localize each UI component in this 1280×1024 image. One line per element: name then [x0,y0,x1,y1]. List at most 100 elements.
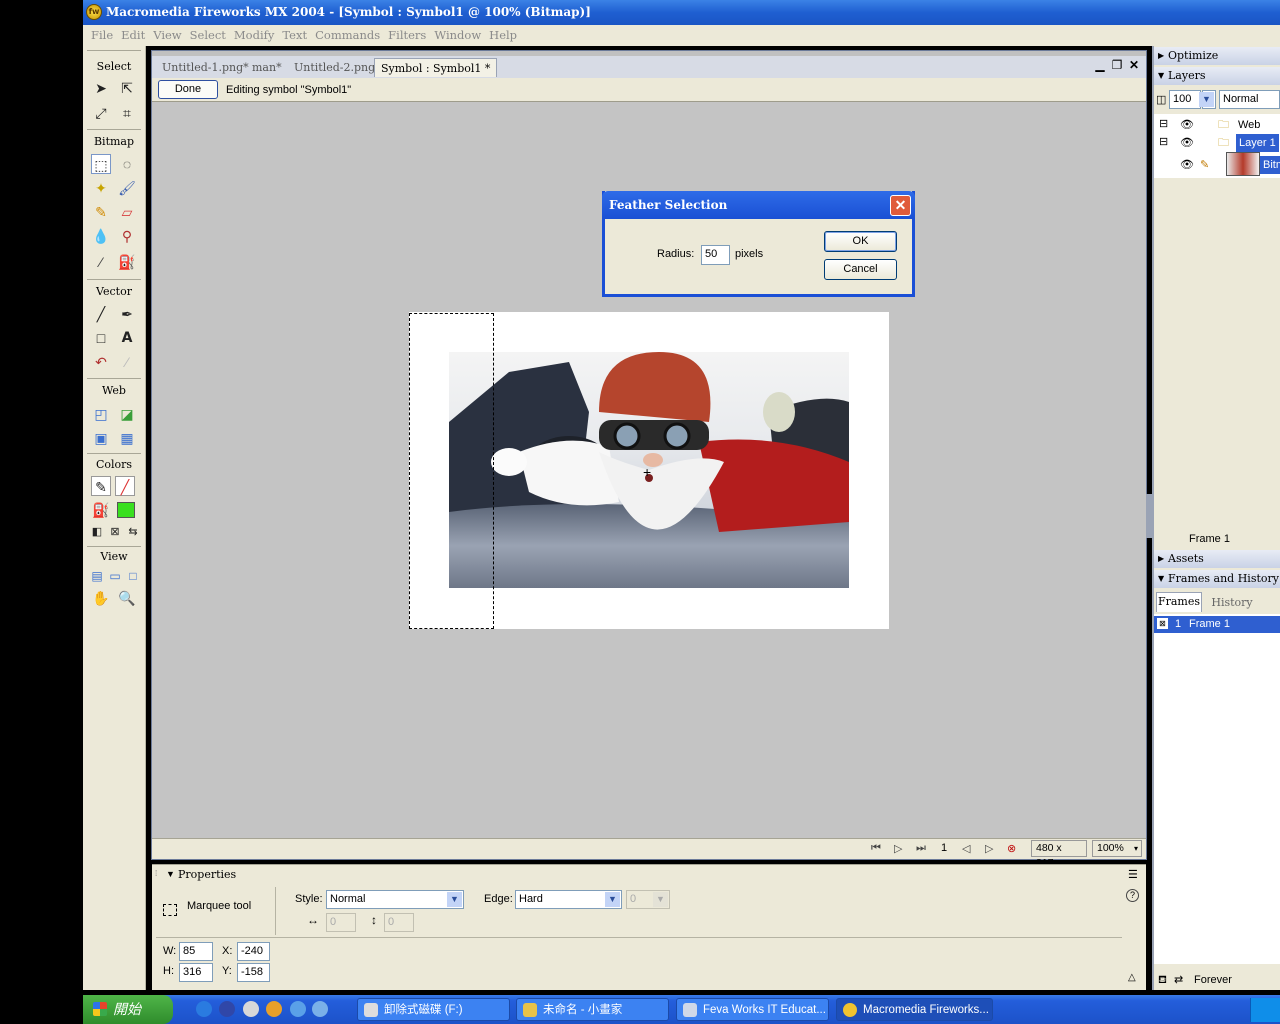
optimize-panel-header[interactable]: ▶ Optimize [1154,47,1280,65]
knife-tool-icon[interactable]: ⁄ [117,352,137,372]
fill-color-swatch[interactable] [117,502,135,518]
pencil-tool-icon[interactable]: ✎ [91,202,111,222]
show-slices-icon[interactable]: ▦ [117,428,137,448]
dialog-close-button[interactable]: ✕ [890,195,911,216]
quicklaunch-app-icon[interactable] [312,1001,328,1017]
panel-gripper-icon[interactable]: ⁞ [155,869,157,878]
full-screen-menus-icon[interactable]: ▭ [105,566,125,586]
last-frame-icon[interactable]: ⏭ [916,842,926,855]
eyedropper-tool-icon[interactable]: ⁄ [91,252,111,272]
line-tool-icon[interactable]: ╱ [91,304,111,324]
marquee-tool-icon[interactable]: ⬚ [91,154,111,174]
pen-tool-icon[interactable]: ✒ [117,304,137,324]
menu-help[interactable]: Help [485,25,521,46]
x-input[interactable]: -240 [237,942,270,961]
tab-frames[interactable]: Frames [1156,592,1202,612]
hand-tool-icon[interactable]: ✋ [91,588,111,608]
assets-panel-header[interactable]: ▶ Assets [1154,550,1280,568]
freeform-tool-icon[interactable]: ↶ [91,352,111,372]
pencil-edit-icon[interactable]: ✎ [1200,156,1209,174]
menu-filters[interactable]: Filters [384,25,430,46]
properties-title[interactable]: Properties [178,868,236,881]
no-color-icon[interactable]: ⊠ [105,522,125,542]
loop-icon[interactable]: ⇄ [1174,970,1183,990]
opacity-dropdown[interactable]: ▼ [1199,90,1216,109]
menu-text[interactable]: Text [278,25,311,46]
tab-untitled-2[interactable]: Untitled-2.png* [288,58,387,77]
edge-select[interactable]: Hard ▼ [515,890,622,909]
magic-wand-tool-icon[interactable]: ✦ [91,178,111,198]
brush-tool-icon[interactable]: 🖌 [117,178,137,198]
menu-view[interactable]: View [149,25,185,46]
eraser-tool-icon[interactable]: ▱ [117,202,137,222]
object-row-bitmap[interactable]: 👁 ✎ Bitm [1154,152,1280,176]
quicklaunch-app-icon[interactable] [266,1001,282,1017]
collapse-icon[interactable]: ⊟ [1159,115,1168,133]
start-button[interactable]: 開始 [83,995,173,1024]
dock-collapse-handle[interactable] [1146,494,1152,538]
stop-icon[interactable]: ⊗ [1007,842,1016,855]
done-button[interactable]: Done [158,80,218,99]
play-icon[interactable]: ▷ [894,842,902,855]
canvas-size-readout[interactable]: 480 x 317 [1031,840,1087,869]
width-input[interactable]: 85 [179,942,213,961]
text-tool-icon[interactable]: A [117,328,137,348]
zoom-tool-icon[interactable]: 🔍 [117,588,137,608]
style-select[interactable]: Normal ▼ [326,890,464,909]
first-frame-icon[interactable]: ⏮ [871,842,881,855]
menu-file[interactable]: File [87,25,117,46]
tab-man[interactable]: man* [246,58,288,77]
cancel-button[interactable]: Cancel [824,259,897,280]
paint-bucket-tool-icon[interactable]: ⛽ [117,252,137,272]
swap-colors-icon[interactable]: ⇆ [123,522,143,542]
hide-slices-icon[interactable]: ▣ [91,428,111,448]
system-tray[interactable] [1250,998,1280,1022]
y-input[interactable]: -158 [237,963,270,982]
dialog-title-bar[interactable]: Feather Selection [602,191,915,219]
pointer-tool-icon[interactable]: ➤ [91,78,111,98]
standard-screen-icon[interactable]: ▤ [87,566,107,586]
ok-button[interactable]: OK [824,231,897,252]
onion-skin-icon[interactable]: ⛾ [1158,970,1167,990]
slice-tool-icon[interactable]: ◪ [117,404,137,424]
crop-tool-icon[interactable]: ⌗ [117,103,137,123]
panel-gripper[interactable] [87,50,141,51]
expand-properties-icon[interactable]: △ [1128,972,1136,983]
height-input[interactable]: 316 [179,963,213,982]
stroke-color-swatch[interactable]: ╱ [115,476,135,496]
looping-label[interactable]: Forever [1194,970,1232,990]
taskbar-item-paint[interactable]: 未命名 - 小畫家 [516,998,669,1021]
full-screen-icon[interactable]: □ [123,566,143,586]
close-icon[interactable]: ✕ [1127,58,1141,72]
rectangle-tool-icon[interactable]: □ [91,328,111,348]
help-icon[interactable]: ? [1126,889,1139,902]
blend-mode-select[interactable]: Normal [1219,90,1280,109]
taskbar-item-feva-works[interactable]: Feva Works IT Educat... [676,998,829,1021]
layer-row-layer1[interactable]: ⊟ 👁 🗀 Layer 1 [1154,134,1280,152]
frames-history-panel-header[interactable]: ▼ Frames and History [1154,570,1280,588]
frame-row[interactable]: ⊠ 1 Frame 1 [1154,616,1280,633]
taskbar-item-fireworks[interactable]: Macromedia Fireworks... [836,998,993,1021]
quicklaunch-app-icon[interactable] [290,1001,306,1017]
options-menu-icon[interactable]: ☰ [1128,868,1138,881]
previous-frame-icon[interactable]: ◁ [962,842,970,855]
menu-commands[interactable]: Commands [311,25,384,46]
fill-bucket-icon[interactable]: ⛽ [91,500,111,520]
stroke-color-icon[interactable]: ✎ [91,476,111,496]
internet-explorer-icon[interactable] [196,1001,212,1017]
rubber-stamp-tool-icon[interactable]: ⚲ [117,226,137,246]
collapse-icon[interactable]: ⊟ [1159,133,1168,151]
default-colors-icon[interactable]: ◧ [87,522,107,542]
minimize-icon[interactable]: ▁ [1093,58,1107,72]
layers-frame-indicator[interactable]: Frame 1 [1154,530,1280,548]
collapse-triangle-icon[interactable]: ▼ [166,869,175,879]
blur-tool-icon[interactable]: 💧 [91,226,111,246]
tab-symbol1[interactable]: Symbol : Symbol1 * [374,58,498,77]
hotspot-tool-icon[interactable]: ◰ [91,404,111,424]
lasso-tool-icon[interactable]: ◌ [117,154,137,174]
desktop-icon[interactable] [219,1001,235,1017]
restore-icon[interactable]: ❐ [1110,58,1124,72]
eye-icon[interactable]: 👁 [1180,116,1194,134]
quicklaunch-app-icon[interactable] [243,1001,259,1017]
menu-edit[interactable]: Edit [117,25,149,46]
